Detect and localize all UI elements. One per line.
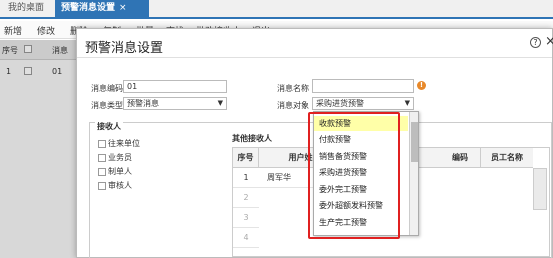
tab-warning-settings-label: 预警消息设置 — [61, 3, 116, 13]
col-employee-name: 员工名称 — [481, 148, 533, 168]
checkbox[interactable] — [98, 181, 106, 190]
msg-name-input[interactable] — [312, 79, 414, 93]
msg-type-label: 消息类型 — [91, 101, 123, 110]
receiver-group-title: 接收人 — [95, 121, 123, 132]
receiver-option-auditor[interactable]: 审核人 — [98, 180, 132, 191]
annotation-highlight-box — [308, 112, 400, 239]
tab-warning-settings[interactable]: 预警消息设置 × — [55, 0, 149, 17]
msg-target-value: 采购进货预警 — [316, 99, 364, 108]
table-row-seq: 4 — [233, 228, 259, 248]
help-icon[interactable]: ? — [530, 37, 541, 48]
checkbox[interactable] — [98, 153, 106, 162]
receiver-option-label: 往来单位 — [108, 139, 140, 148]
receiver-option-salesman[interactable]: 业务员 — [98, 152, 132, 163]
table-scrollbar[interactable] — [533, 168, 547, 210]
table-row-seq: 2 — [233, 188, 259, 208]
receiver-option-creator[interactable]: 制单人 — [98, 166, 132, 177]
msg-target-select[interactable]: 采购进货预警 ▼ — [312, 97, 414, 110]
title-divider — [77, 57, 552, 58]
toolbar-edit-button[interactable]: 修改 — [37, 24, 55, 37]
receiver-option-label: 业务员 — [108, 153, 132, 162]
msg-code-input[interactable]: 01 — [123, 80, 227, 93]
receiver-option-partner[interactable]: 往来单位 — [98, 138, 140, 149]
dialog-title: 预警消息设置 — [85, 41, 164, 56]
dropdown-scrollbar[interactable] — [409, 112, 418, 235]
warning-icon: ! — [417, 81, 426, 90]
tab-my-desktop[interactable]: 我的桌面 — [2, 0, 50, 17]
app-tab-strip: 我的桌面 预警消息设置 × — [0, 0, 553, 19]
toolbar-add-button[interactable]: 新增 — [4, 24, 22, 37]
dropdown-scroll-thumb[interactable] — [411, 122, 418, 162]
msg-name-label: 消息名称 — [277, 84, 309, 93]
table-row-seq: 3 — [233, 208, 259, 228]
other-receivers-title: 其他接收人 — [232, 134, 272, 143]
chevron-down-icon: ▼ — [404, 99, 410, 107]
checkbox[interactable] — [98, 167, 106, 176]
msg-code-label: 消息编码 — [91, 84, 123, 93]
chevron-down-icon: ▼ — [217, 99, 223, 107]
msg-target-label: 消息对象 — [277, 101, 309, 110]
tab-close-icon[interactable]: × — [119, 3, 127, 13]
receiver-option-label: 审核人 — [108, 181, 132, 190]
receiver-option-label: 制单人 — [108, 167, 132, 176]
col-seq: 序号 — [233, 148, 259, 168]
table-row-seq: 1 — [233, 168, 259, 188]
close-icon[interactable]: × — [545, 34, 553, 49]
msg-type-select[interactable]: 预警消息 ▼ — [123, 97, 227, 110]
msg-type-value: 预警消息 — [127, 99, 159, 108]
checkbox[interactable] — [98, 139, 106, 148]
